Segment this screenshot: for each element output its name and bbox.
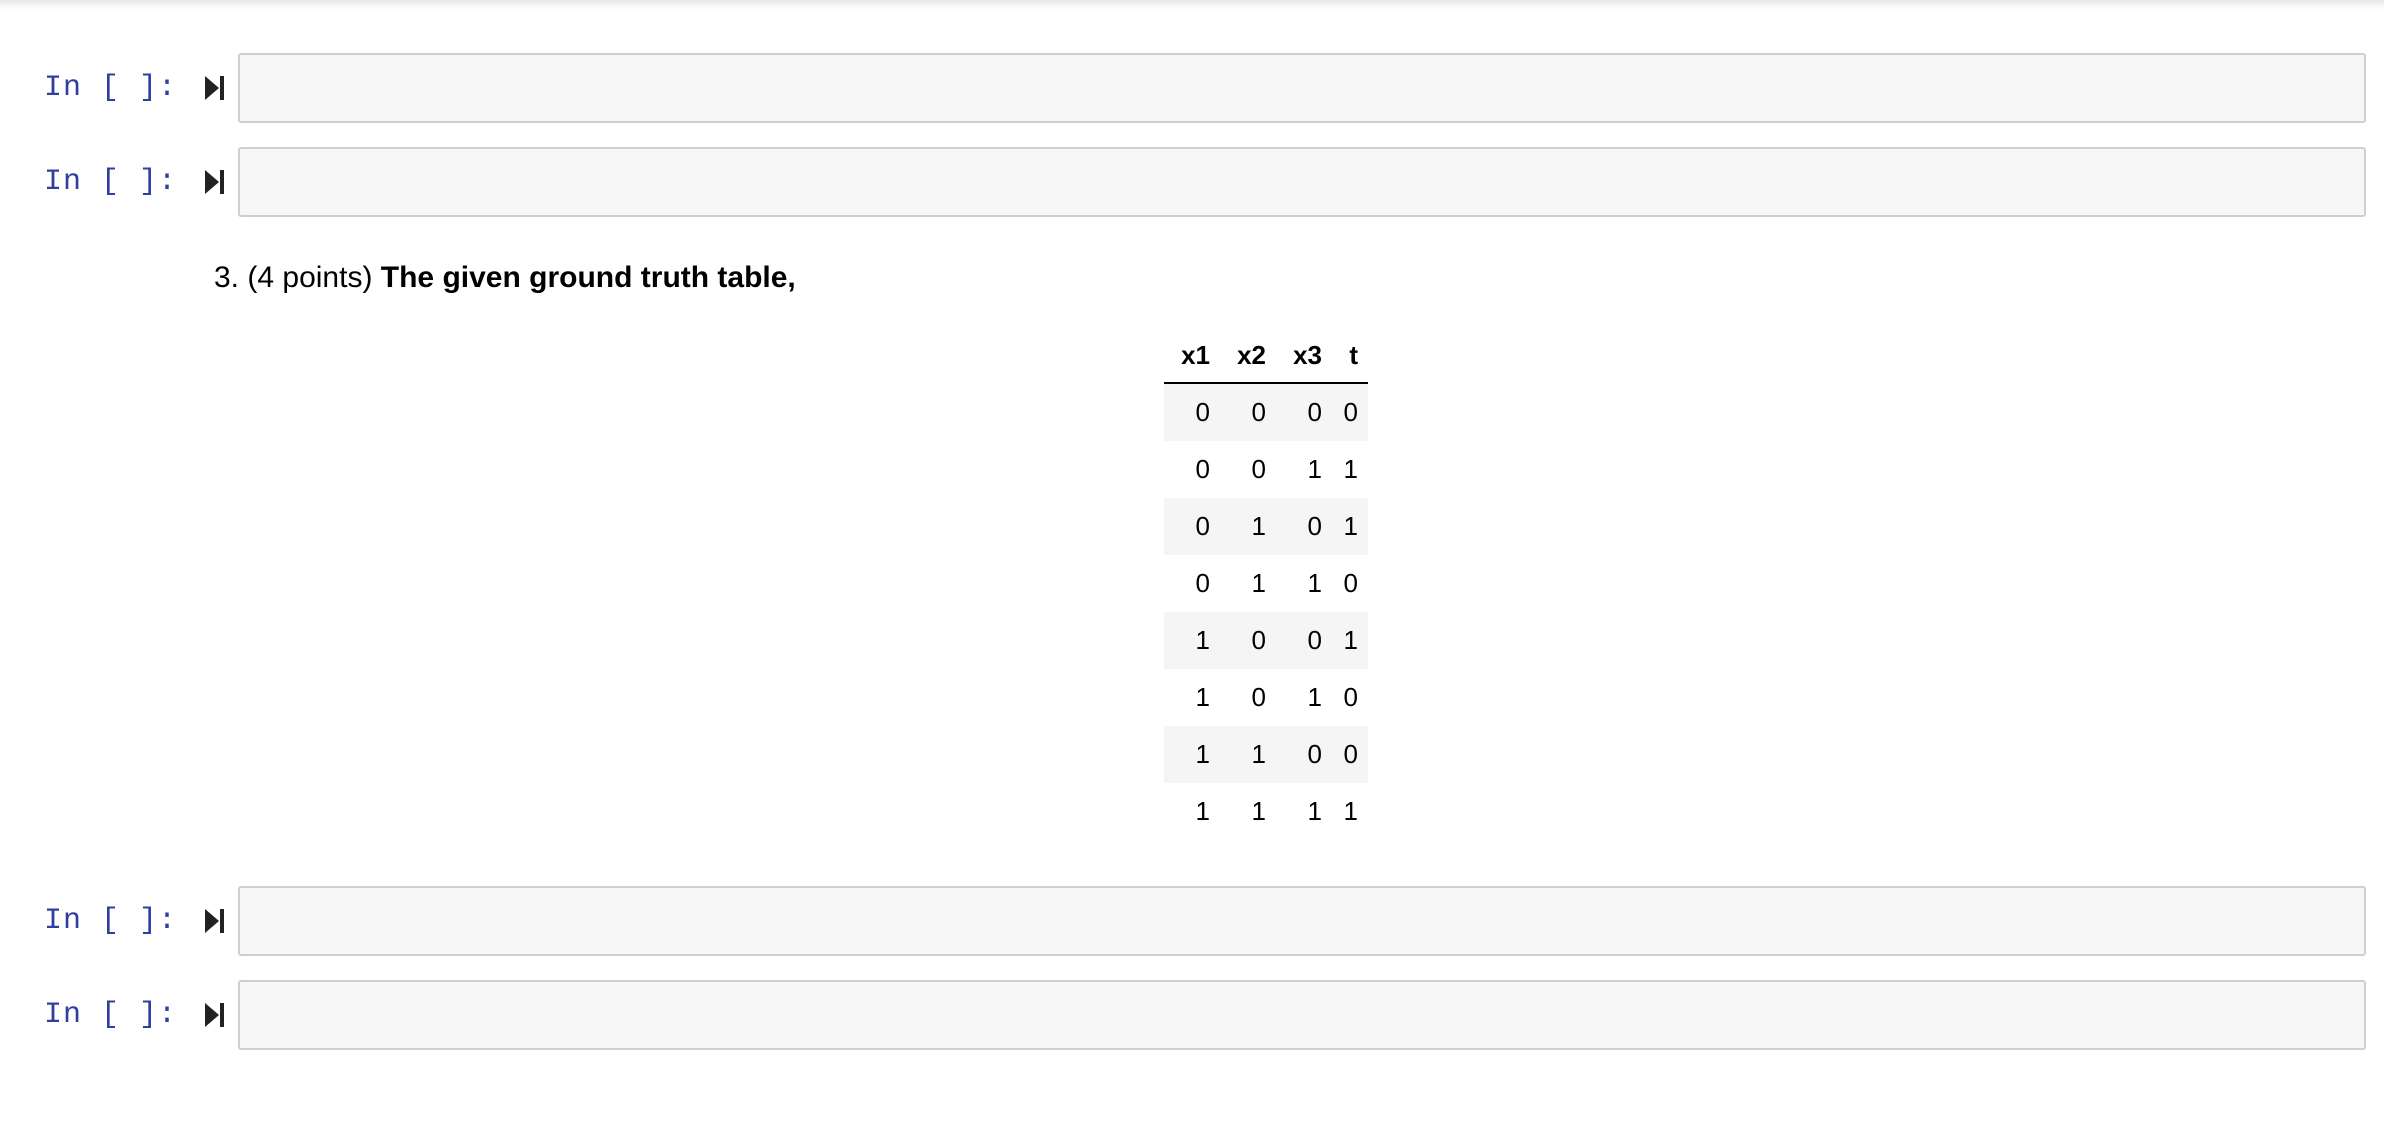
table-cell: 0 (1307, 625, 1322, 655)
table-cell: 0 (1251, 397, 1266, 427)
table-cell: 0 (1343, 682, 1358, 712)
table-row: 0 0 1 1 (1164, 441, 1368, 498)
table-cell: 1 (1251, 568, 1266, 598)
table-cell: 0 (1251, 625, 1266, 655)
input-prompt: In [ ]: (44, 71, 178, 105)
question-text: 3. (4 points) The given ground truth tab… (214, 252, 2354, 304)
table-cell: 1 (1251, 796, 1266, 826)
table-cell: 1 (1343, 796, 1358, 826)
table-row: 1 0 1 0 (1164, 669, 1368, 726)
table-row: 1 0 0 1 (1164, 612, 1368, 669)
code-cell[interactable]: In [ ]: (0, 980, 2384, 1050)
code-input[interactable] (238, 886, 2366, 956)
table-row: 1 1 1 1 (1164, 783, 1368, 840)
code-input[interactable] (238, 147, 2366, 217)
table-cell: 0 (1195, 454, 1210, 484)
truth-table: x1 x2 x3 t 0 0 0 0 0 0 1 1 0 1 0 1 0 1 1 (1164, 328, 1368, 840)
input-prompt: In [ ]: (44, 904, 178, 938)
question-title: The given ground truth table, (380, 261, 796, 294)
table-cell: 0 (1195, 568, 1210, 598)
table-row: 0 1 1 0 (1164, 555, 1368, 612)
table-cell: 1 (1195, 796, 1210, 826)
table-row: 0 1 0 1 (1164, 498, 1368, 555)
column-header: x1 (1164, 328, 1220, 384)
input-prompt: In [ ]: (44, 165, 178, 199)
table-cell: 1 (1307, 796, 1322, 826)
column-header: x2 (1220, 328, 1276, 384)
code-cell[interactable]: In [ ]: (0, 147, 2384, 217)
table-cell: 1 (1307, 568, 1322, 598)
question-number: 3. (214, 261, 240, 294)
table-cell: 0 (1251, 682, 1266, 712)
table-cell: 1 (1195, 682, 1210, 712)
table-cell: 0 (1307, 511, 1322, 541)
table-cell: 0 (1195, 511, 1210, 541)
table-row: 0 0 0 0 (1164, 383, 1368, 441)
table-header-row: x1 x2 x3 t (1164, 328, 1368, 384)
table-cell: 1 (1343, 625, 1358, 655)
markdown-cell[interactable]: 3. (4 points) The given ground truth tab… (214, 252, 2354, 304)
column-header: x3 (1276, 328, 1332, 384)
table-cell: 1 (1195, 625, 1210, 655)
input-prompt: In [ ]: (44, 998, 178, 1032)
code-input[interactable] (238, 980, 2366, 1050)
code-cell[interactable]: In [ ]: (0, 886, 2384, 956)
table-cell: 0 (1251, 454, 1266, 484)
run-cell-icon[interactable] (200, 71, 230, 105)
table-cell: 1 (1343, 511, 1358, 541)
run-cell-icon[interactable] (200, 165, 230, 199)
table-cell: 0 (1195, 397, 1210, 427)
table-cell: 1 (1307, 454, 1322, 484)
run-cell-icon[interactable] (200, 904, 230, 938)
question-points: (4 points) (247, 261, 373, 294)
table-cell: 0 (1343, 397, 1358, 427)
table-cell: 0 (1343, 568, 1358, 598)
code-cell[interactable]: In [ ]: (0, 53, 2384, 123)
table-cell: 1 (1195, 739, 1210, 769)
table-cell: 0 (1307, 739, 1322, 769)
table-cell: 1 (1307, 682, 1322, 712)
table-cell: 1 (1251, 739, 1266, 769)
table-row: 1 1 0 0 (1164, 726, 1368, 783)
column-header: t (1332, 328, 1368, 384)
table-cell: 1 (1343, 454, 1358, 484)
code-input[interactable] (238, 53, 2366, 123)
table-cell: 1 (1251, 511, 1266, 541)
table-cell: 0 (1343, 739, 1358, 769)
header-shadow (0, 0, 2384, 10)
run-cell-icon[interactable] (200, 998, 230, 1032)
table-cell: 0 (1307, 397, 1322, 427)
